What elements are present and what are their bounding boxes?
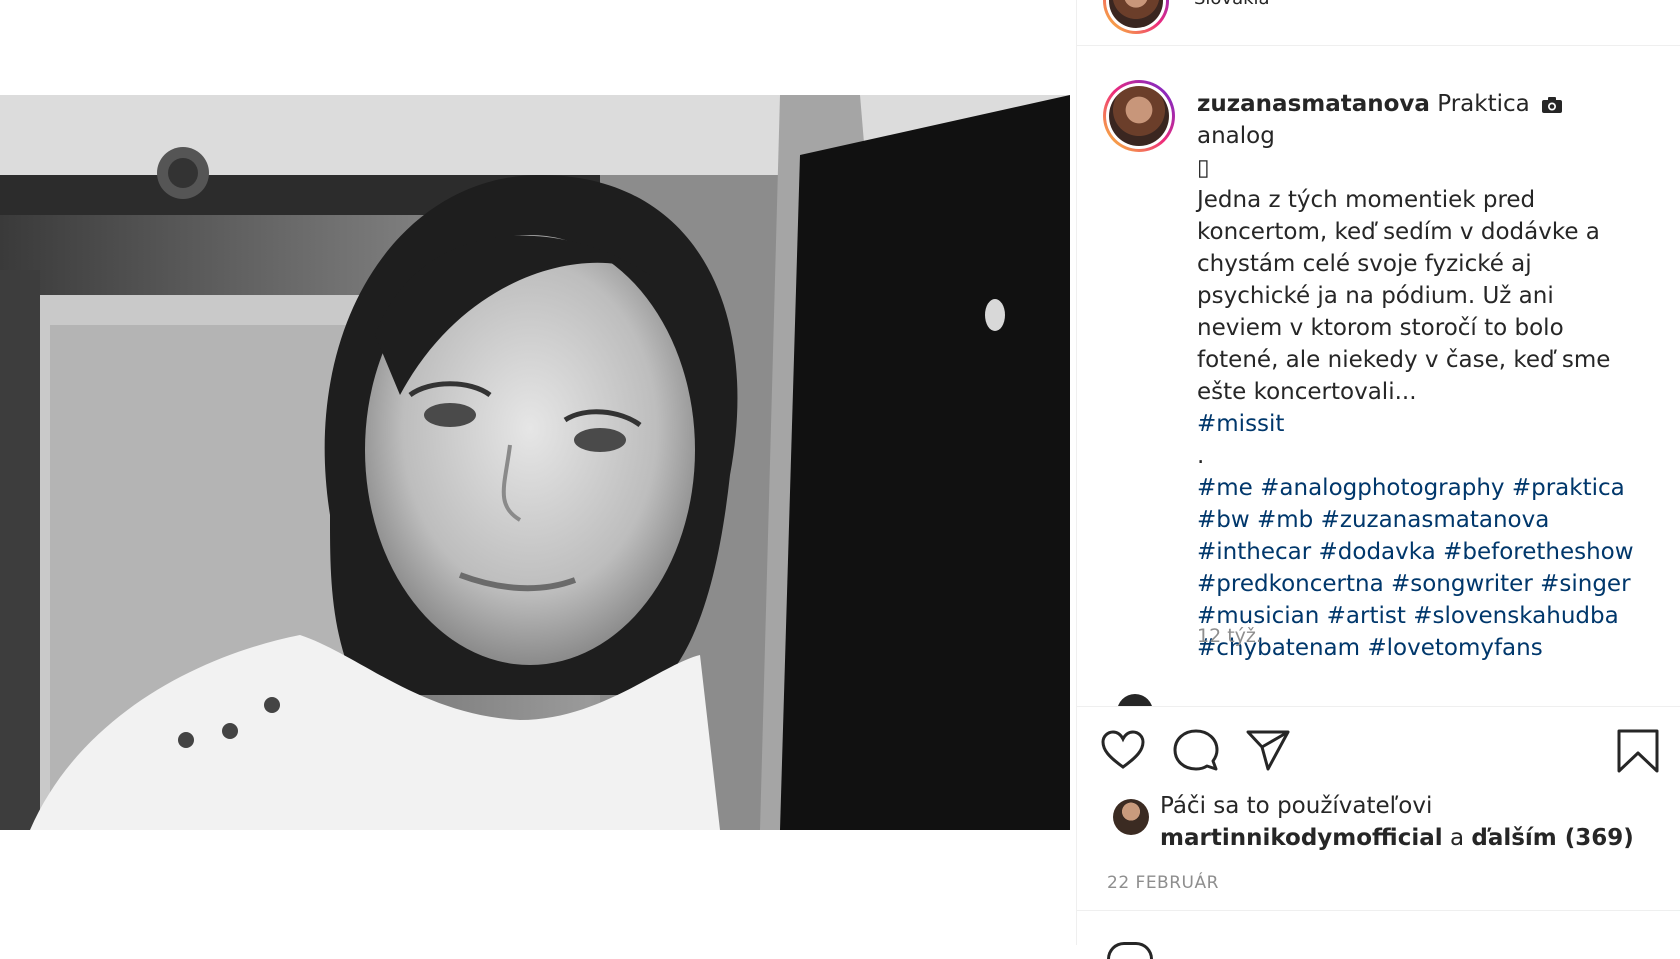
post-sidebar: Slovakia zuzanasmatanova Praktica analog… <box>1077 0 1680 959</box>
comment-separator <box>1077 910 1680 911</box>
hashtag-link[interactable]: #praktica <box>1512 475 1625 501</box>
likes-line: martinnikodymofficial a ďalším (369) <box>1160 825 1634 851</box>
hashtag-link[interactable]: #mb <box>1257 507 1313 533</box>
hashtag-link[interactable]: #songwriter <box>1391 571 1533 597</box>
bookmark-icon[interactable] <box>1614 727 1662 775</box>
portrait-photo-illustration <box>0 95 1070 830</box>
hashtag-link[interactable]: #lovetomyfans <box>1367 635 1542 661</box>
post-date[interactable]: 22 FEBRUÁR <box>1107 873 1219 893</box>
post-time-ago[interactable]: 12 týž. <box>1197 625 1262 647</box>
caption-avatar[interactable] <box>1103 80 1175 152</box>
paper-plane-icon[interactable] <box>1244 727 1292 775</box>
hashtag-link[interactable]: #bw <box>1197 507 1250 533</box>
hashtag-link[interactable]: #analogphotography <box>1260 475 1504 501</box>
header-avatar[interactable] <box>1103 0 1169 34</box>
liker-username[interactable]: martinnikodymofficial <box>1160 825 1443 851</box>
post-actions: Páči sa to používateľovi martinnikodymof… <box>1077 706 1680 959</box>
hashtag-link[interactable]: #singer <box>1540 571 1630 597</box>
likes-conjunction: a <box>1449 825 1465 851</box>
comment-icon[interactable] <box>1172 727 1220 775</box>
camera-icon <box>1542 96 1563 113</box>
caption-after-icon: analog <box>1197 123 1275 149</box>
hashtag-link[interactable]: #dodavka <box>1319 539 1436 565</box>
hashtag-link[interactable]: #inthecar <box>1197 539 1311 565</box>
hashtag-link[interactable]: #beforetheshow <box>1443 539 1633 565</box>
likes-prefix: Páči sa to používateľovi <box>1160 793 1433 819</box>
post-photo[interactable] <box>0 95 1070 830</box>
heart-icon[interactable] <box>1099 727 1147 775</box>
hashtag-link[interactable]: #me <box>1197 475 1253 501</box>
post-photo-pane <box>0 0 1076 945</box>
caption-intro: Praktica <box>1437 91 1530 117</box>
caption-dot: . <box>1197 443 1205 469</box>
post-caption: zuzanasmatanova Praktica analog ▯ Jedna … <box>1197 88 1637 664</box>
likes-others-link[interactable]: ďalším (369) <box>1471 825 1633 851</box>
post-header: Slovakia <box>1077 0 1680 46</box>
liker-avatar[interactable] <box>1113 799 1149 835</box>
hashtag-link[interactable]: #missit <box>1197 411 1284 437</box>
caption-username[interactable]: zuzanasmatanova <box>1197 91 1430 117</box>
caption-body: Jedna z tých momentiek pred koncertom, k… <box>1197 187 1611 405</box>
hashtag-link[interactable]: #slovenskahudba <box>1413 603 1619 629</box>
hashtag-link[interactable]: #predkoncertna <box>1197 571 1384 597</box>
hashtag-list: #me #analogphotography #praktica #bw #mb… <box>1197 475 1634 661</box>
caption-symbol: ▯ <box>1197 155 1210 181</box>
post-location[interactable]: Slovakia <box>1194 0 1270 9</box>
hashtag-link[interactable]: #zuzanasmatanova <box>1321 507 1550 533</box>
hashtag-link[interactable]: #artist <box>1327 603 1406 629</box>
